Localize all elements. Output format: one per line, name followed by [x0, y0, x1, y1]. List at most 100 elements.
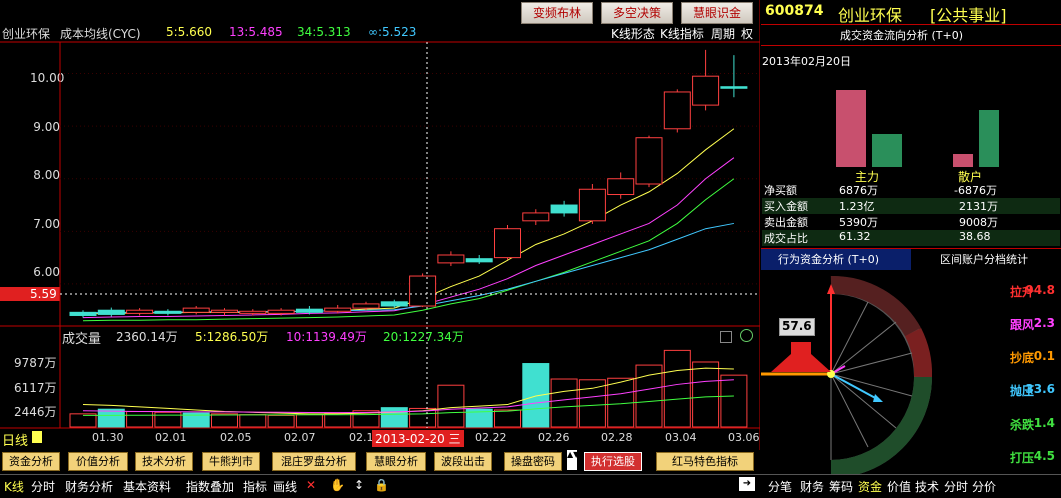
- candle-body: [692, 75, 720, 106]
- x-tick-label: 02.01: [155, 431, 187, 444]
- save-icon[interactable]: [720, 331, 732, 343]
- x-tick-label: 02.1: [349, 431, 374, 444]
- timeshare-tab[interactable]: 分时: [31, 478, 55, 495]
- chips-tab[interactable]: 筹码: [829, 478, 853, 495]
- volume-ma5-readout: 5:1286.50万: [195, 330, 269, 344]
- volume-bar: [578, 379, 606, 428]
- x-tick-label: 03.04: [665, 431, 697, 444]
- volume-bar: [97, 408, 125, 428]
- volume-bar: [126, 411, 154, 428]
- candle-body: [211, 309, 238, 313]
- toolbar-scroll[interactable]: ▲▼: [567, 450, 579, 470]
- candle-body: [607, 178, 635, 196]
- run-screen-button[interactable]: 执行选股: [584, 452, 642, 471]
- fund-flow-title: 成交资金流向分析 (T+0): [840, 29, 964, 42]
- trade-code-button[interactable]: 操盘密码: [504, 452, 562, 471]
- fund-row: 成交占比 61.32 38.68: [762, 230, 1060, 246]
- volume-bar: [635, 364, 663, 428]
- candle-body: [437, 254, 465, 264]
- candle-body: [182, 307, 210, 313]
- stock-name: 创业环保: [838, 6, 903, 25]
- candle-body: [97, 309, 125, 315]
- tech-tab[interactable]: 技术: [915, 478, 939, 495]
- compass-analysis-button[interactable]: 混庄罗盘分析: [272, 452, 356, 471]
- bull-bear-button[interactable]: 牛熊判市: [202, 452, 260, 471]
- value-analysis-button[interactable]: 价值分析: [68, 452, 128, 471]
- dial-item-value: 94.8: [1025, 283, 1055, 297]
- special-indicator-button[interactable]: 红马特色指标: [656, 452, 754, 471]
- volume-axis-label: 2446万: [14, 405, 57, 419]
- tab-behavior-fund-label[interactable]: 行为资金分析 (T+0): [778, 251, 879, 267]
- right-timeshare-tab[interactable]: 分时: [944, 478, 968, 495]
- volume-bar: [239, 414, 267, 428]
- volume-bar: [663, 349, 691, 428]
- expand-arrow-icon[interactable]: ➜: [739, 477, 755, 491]
- volume-bar: [550, 378, 578, 428]
- lock-icon[interactable]: 🔒: [374, 478, 389, 492]
- candle-body: [295, 308, 323, 313]
- x-tick-label: 02.22: [475, 431, 507, 444]
- x-tick-label: 02.26: [538, 431, 570, 444]
- dial-item-value: 1.4: [1033, 416, 1055, 430]
- right-finance-tab[interactable]: 财务: [800, 478, 824, 495]
- x-tick-label: 03.06: [728, 431, 760, 444]
- tick-tab[interactable]: 分笔: [768, 478, 792, 495]
- volume-bar: [522, 363, 550, 428]
- drawing-tab[interactable]: 画线: [273, 478, 297, 495]
- volume-bar: [295, 414, 323, 428]
- dial-item-value: 2.3: [1033, 316, 1055, 330]
- value-tab[interactable]: 价值: [887, 478, 911, 495]
- price-volume-chart[interactable]: [0, 0, 760, 450]
- fund-row: 净买额 6876万 -6876万: [764, 184, 997, 197]
- volume-axis-label: 6117万: [14, 381, 57, 395]
- candle-body: [522, 212, 550, 222]
- price-dist-tab[interactable]: 分价: [972, 478, 996, 495]
- candle-body: [720, 86, 748, 89]
- volume-bar: [267, 414, 295, 428]
- x-tick-label: 02.28: [601, 431, 633, 444]
- tab-account-stats-label[interactable]: 区间账户分档统计: [940, 251, 1028, 267]
- volume-bar: [494, 409, 521, 428]
- fund-analysis-button[interactable]: 资金分析: [2, 452, 60, 471]
- behavior-dial: [761, 275, 933, 474]
- candle-body: [267, 309, 295, 314]
- ma34-line: [82, 178, 735, 322]
- volume-axis-label: 9787万: [14, 356, 57, 370]
- volume-bar: [437, 384, 465, 428]
- volume-ma20-readout: 20:1227.34万: [383, 330, 464, 344]
- tech-analysis-button[interactable]: 技术分析: [135, 452, 193, 471]
- index-overlay-tab[interactable]: 指数叠加: [186, 478, 234, 495]
- candle-body: [578, 188, 606, 222]
- volume-ma10-readout: 10:1139.49万: [286, 330, 367, 344]
- volume-readout: 2360.14万: [116, 330, 178, 344]
- candle-body: [126, 309, 154, 314]
- candle-body: [494, 228, 521, 259]
- x-tick-label: 01.30: [92, 431, 124, 444]
- kline-tab[interactable]: K线: [4, 478, 24, 495]
- fund-flow-bars: [836, 90, 999, 167]
- basic-info-tab[interactable]: 基本资料: [123, 478, 171, 495]
- x-tick-label: 02.07: [284, 431, 316, 444]
- candle-body: [409, 275, 437, 307]
- candle-body: [352, 303, 380, 309]
- volume-bar: [380, 407, 408, 428]
- period-label[interactable]: 日线: [2, 430, 28, 449]
- candle-body: [380, 301, 408, 307]
- candle-body: [154, 310, 182, 314]
- x-tick-label: 02.05: [220, 431, 252, 444]
- dial-item-value: 0.1: [1033, 349, 1055, 363]
- fund-tab[interactable]: 资金: [858, 478, 882, 495]
- indicator-tab[interactable]: 指标: [243, 478, 267, 495]
- finance-tab[interactable]: 财务分析: [65, 478, 113, 495]
- warning-icon: [32, 431, 42, 443]
- zoom-icon[interactable]: [740, 329, 753, 342]
- move-icon[interactable]: ↕: [354, 478, 364, 492]
- stock-code: 600874: [765, 3, 824, 19]
- wave-attack-button[interactable]: 波段出击: [434, 452, 492, 471]
- hand-icon[interactable]: ✋: [330, 478, 345, 492]
- candle-body: [465, 258, 493, 263]
- insight-analysis-button[interactable]: 慧眼分析: [366, 452, 426, 471]
- delete-icon[interactable]: ✕: [306, 478, 316, 492]
- volume-bar: [211, 413, 238, 428]
- candle-body: [69, 311, 97, 316]
